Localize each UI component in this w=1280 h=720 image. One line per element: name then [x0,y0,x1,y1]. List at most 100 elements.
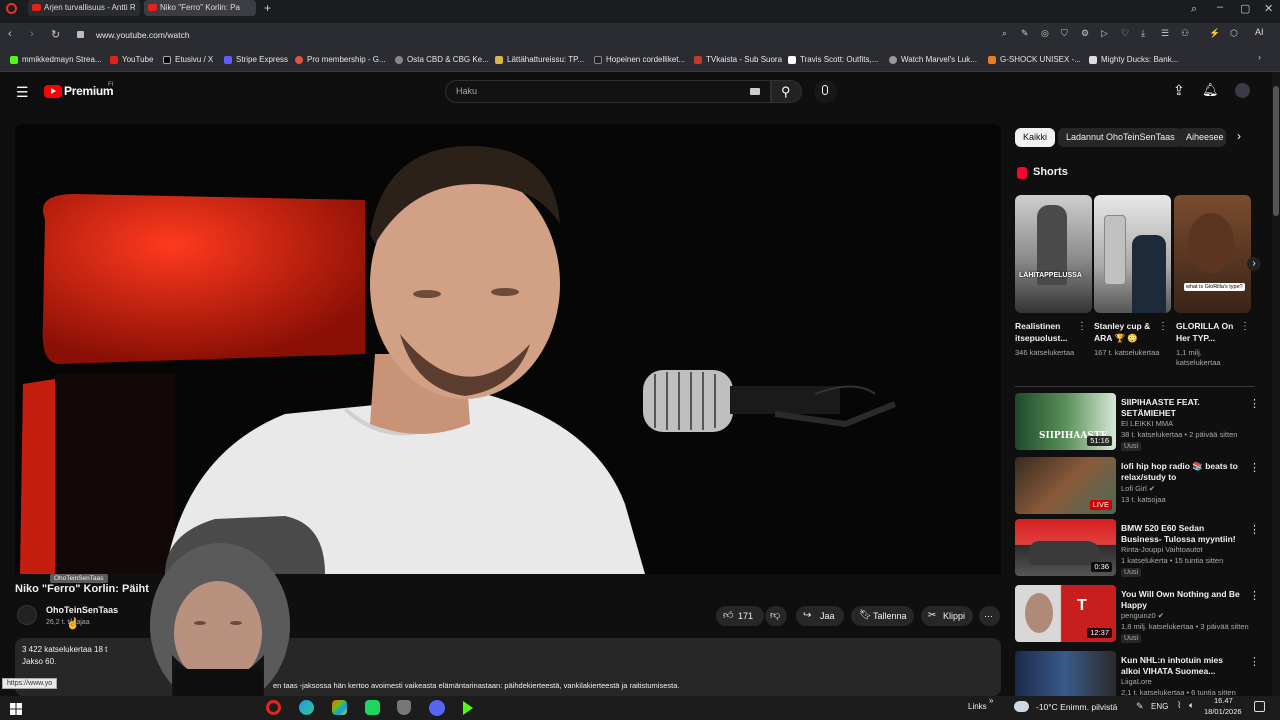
edge-taskbar-icon[interactable] [299,700,314,715]
menu-lines-icon[interactable]: ☰ [1161,28,1169,39]
search-input[interactable]: Haku [445,80,771,103]
save-button[interactable]: 🔖︎ Tallenna [851,606,914,626]
bookmark-item[interactable]: TVkaista - Sub Suora [694,53,782,67]
pen-icon[interactable]: ✎ [1136,701,1144,712]
page-scrollbar[interactable] [1272,72,1280,696]
short-more-icon[interactable]: ⋮ [1077,321,1087,332]
ai-button[interactable]: AI [1255,27,1264,37]
maximize-icon[interactable]: ▢ [1240,2,1250,15]
related-video[interactable]: T 12:37 You Will Own Nothing and Be Happ… [1015,585,1260,645]
opera-logo-icon[interactable] [6,3,17,14]
edit-icon[interactable]: ✎ [1021,28,1029,39]
voice-search-button[interactable] [814,80,837,103]
bookmark-item[interactable]: Hopeinen cordelliket... [594,53,685,67]
new-tab-button[interactable]: + [264,1,271,15]
bookmark-item[interactable]: mmikkedmayn Strea... [10,53,102,67]
discord-taskbar-icon[interactable] [429,700,445,716]
bookmark-item[interactable]: G-SHOCK UNISEX -... [988,53,1081,67]
bookmark-item[interactable]: Pro membership - G... [295,53,386,67]
heart-icon[interactable]: ♡ [1121,28,1129,39]
opera-taskbar-icon[interactable] [266,700,281,715]
short-more-icon[interactable]: ⋮ [1158,321,1168,332]
language-indicator[interactable]: ENG [1151,702,1168,711]
related-video[interactable]: SIIPIHAASTE 51:16 SIIPIHAASTE FEAT. SETÄ… [1015,393,1260,453]
hamburger-menu-icon[interactable]: ☰ [16,84,29,101]
kick-taskbar-icon[interactable] [463,701,473,715]
dislike-button[interactable]: 👎︎ [765,606,787,626]
extension-icon[interactable]: ⚡ [1209,28,1220,39]
chevron-right-icon[interactable]: » [989,696,993,705]
minimize-icon[interactable]: – [1217,1,1223,13]
clock-date[interactable]: 18/01/2026 [1204,707,1242,716]
clock-time[interactable]: 16.47 [1214,696,1233,705]
bookmark-item[interactable]: Osta CBD & CBG Ke... [395,53,489,67]
chip-all[interactable]: Kaikki [1015,128,1056,147]
related-video[interactable]: Kun NHL:n inhotuin mies alkoi VIHATA Suo… [1015,651,1255,696]
share-button[interactable]: ↪ Jaa [796,606,844,626]
bookmark-item[interactable]: Stripe Express [224,53,288,67]
short-more-icon[interactable]: ⋮ [1240,321,1250,332]
notifications-bell-icon[interactable]: 🔔︎ [1202,82,1219,98]
short-title[interactable]: Realistinen itsepuolust... [1015,320,1080,344]
keyboard-icon[interactable] [750,88,760,95]
spotify-like-taskbar-icon[interactable] [365,700,380,715]
chip-related[interactable]: Aiheesee [1178,128,1226,147]
more-vert-icon[interactable]: ⋮ [1249,461,1260,474]
reload-icon[interactable]: ↻ [51,28,60,41]
camera-icon[interactable]: ⌕ [1002,28,1007,39]
shorts-next-button[interactable]: › [1247,257,1261,271]
snapshot-icon[interactable]: ◎ [1041,28,1049,39]
more-actions-button[interactable]: ⋯ [979,606,1000,626]
bookmark-item[interactable]: Travis Scott: Outfits,... [788,53,878,67]
vpn-icon[interactable]: ⚙ [1081,28,1089,39]
short-thumbnail-3[interactable]: what is GloRilla's type? [1174,195,1251,313]
channel-avatar[interactable] [17,605,37,625]
bookmark-item[interactable]: Etusivu / X [163,53,213,67]
url-field[interactable]: www.youtube.com/watch [96,30,190,40]
bookmark-item[interactable]: Mighty Ducks: Bank... [1089,53,1178,67]
more-vert-icon[interactable]: ⋮ [1249,655,1255,668]
scrollbar-thumb[interactable] [1273,86,1279,216]
related-video[interactable]: 0:36 BMW 520 E60 Sedan Business- Tulossa… [1015,519,1260,579]
search-tabs-icon[interactable]: ⌕ [1191,3,1197,16]
forward-icon[interactable]: › [30,28,34,40]
chips-next-icon[interactable]: › [1237,129,1241,143]
short-title[interactable]: Stanley cup & ARA 🏆 😳 [1094,320,1159,344]
tab-arjen-turvallisuus[interactable]: Arjen turvallisuus - Antti R [28,0,140,16]
related-video[interactable]: LIVE lofi hip hop radio 📚 beats to relax… [1015,457,1260,517]
chip-uploaded-by[interactable]: Ladannut OhoTeinSenTaas [1058,128,1183,147]
bookmarks-overflow-icon[interactable]: › [1258,52,1261,62]
shield-icon[interactable]: ⛉ [1061,28,1068,39]
cube-icon[interactable]: ⬡ [1230,28,1238,39]
bookmark-item[interactable]: Lättähattureissu: TP... [495,53,584,67]
download-icon[interactable]: ⤓ [1141,28,1145,39]
play-icon[interactable]: ▷ [1101,28,1108,39]
links-toolbar[interactable]: Links [968,702,987,711]
avatar[interactable] [1235,83,1250,98]
security-taskbar-icon[interactable] [397,700,411,715]
user-icon[interactable]: ⚇ [1181,28,1189,39]
more-vert-icon[interactable]: ⋮ [1249,523,1260,536]
volume-icon[interactable]: 🔈︎ [1189,700,1194,711]
more-vert-icon[interactable]: ⋮ [1249,397,1260,410]
like-button[interactable]: 👍︎ 171 [716,606,764,626]
clip-button[interactable]: ✂ Klippi [921,606,973,626]
tab-niko-ferro[interactable]: Niko "Ferro" Korlin: Pa [144,0,256,16]
back-icon[interactable]: ‹ [8,28,12,40]
close-window-icon[interactable]: ✕ [1264,2,1273,15]
short-thumbnail-2[interactable] [1094,195,1171,313]
start-button[interactable] [10,702,22,715]
weather-text[interactable]: -10°C Enimm. pilvistä [1036,702,1117,712]
short-thumbnail-1[interactable]: LÄHITAPPELUSSA [1015,195,1092,313]
bookmark-item[interactable]: Watch Marvel's Luk... [889,53,977,67]
upload-icon[interactable]: ⇪ [1173,82,1185,99]
notifications-icon[interactable] [1254,701,1265,712]
search-button[interactable]: ⚲ [771,80,802,103]
short-title[interactable]: GLORILLA On Her TYP... [1176,320,1241,344]
video-player[interactable] [15,124,1001,574]
bookmark-item[interactable]: YouTube [110,53,153,67]
channel-name[interactable]: OhoTeinSenTaas [46,605,118,615]
network-icon[interactable]: ⌇ [1177,700,1181,711]
apps-taskbar-icon[interactable] [332,700,347,715]
more-vert-icon[interactable]: ⋮ [1249,589,1260,602]
